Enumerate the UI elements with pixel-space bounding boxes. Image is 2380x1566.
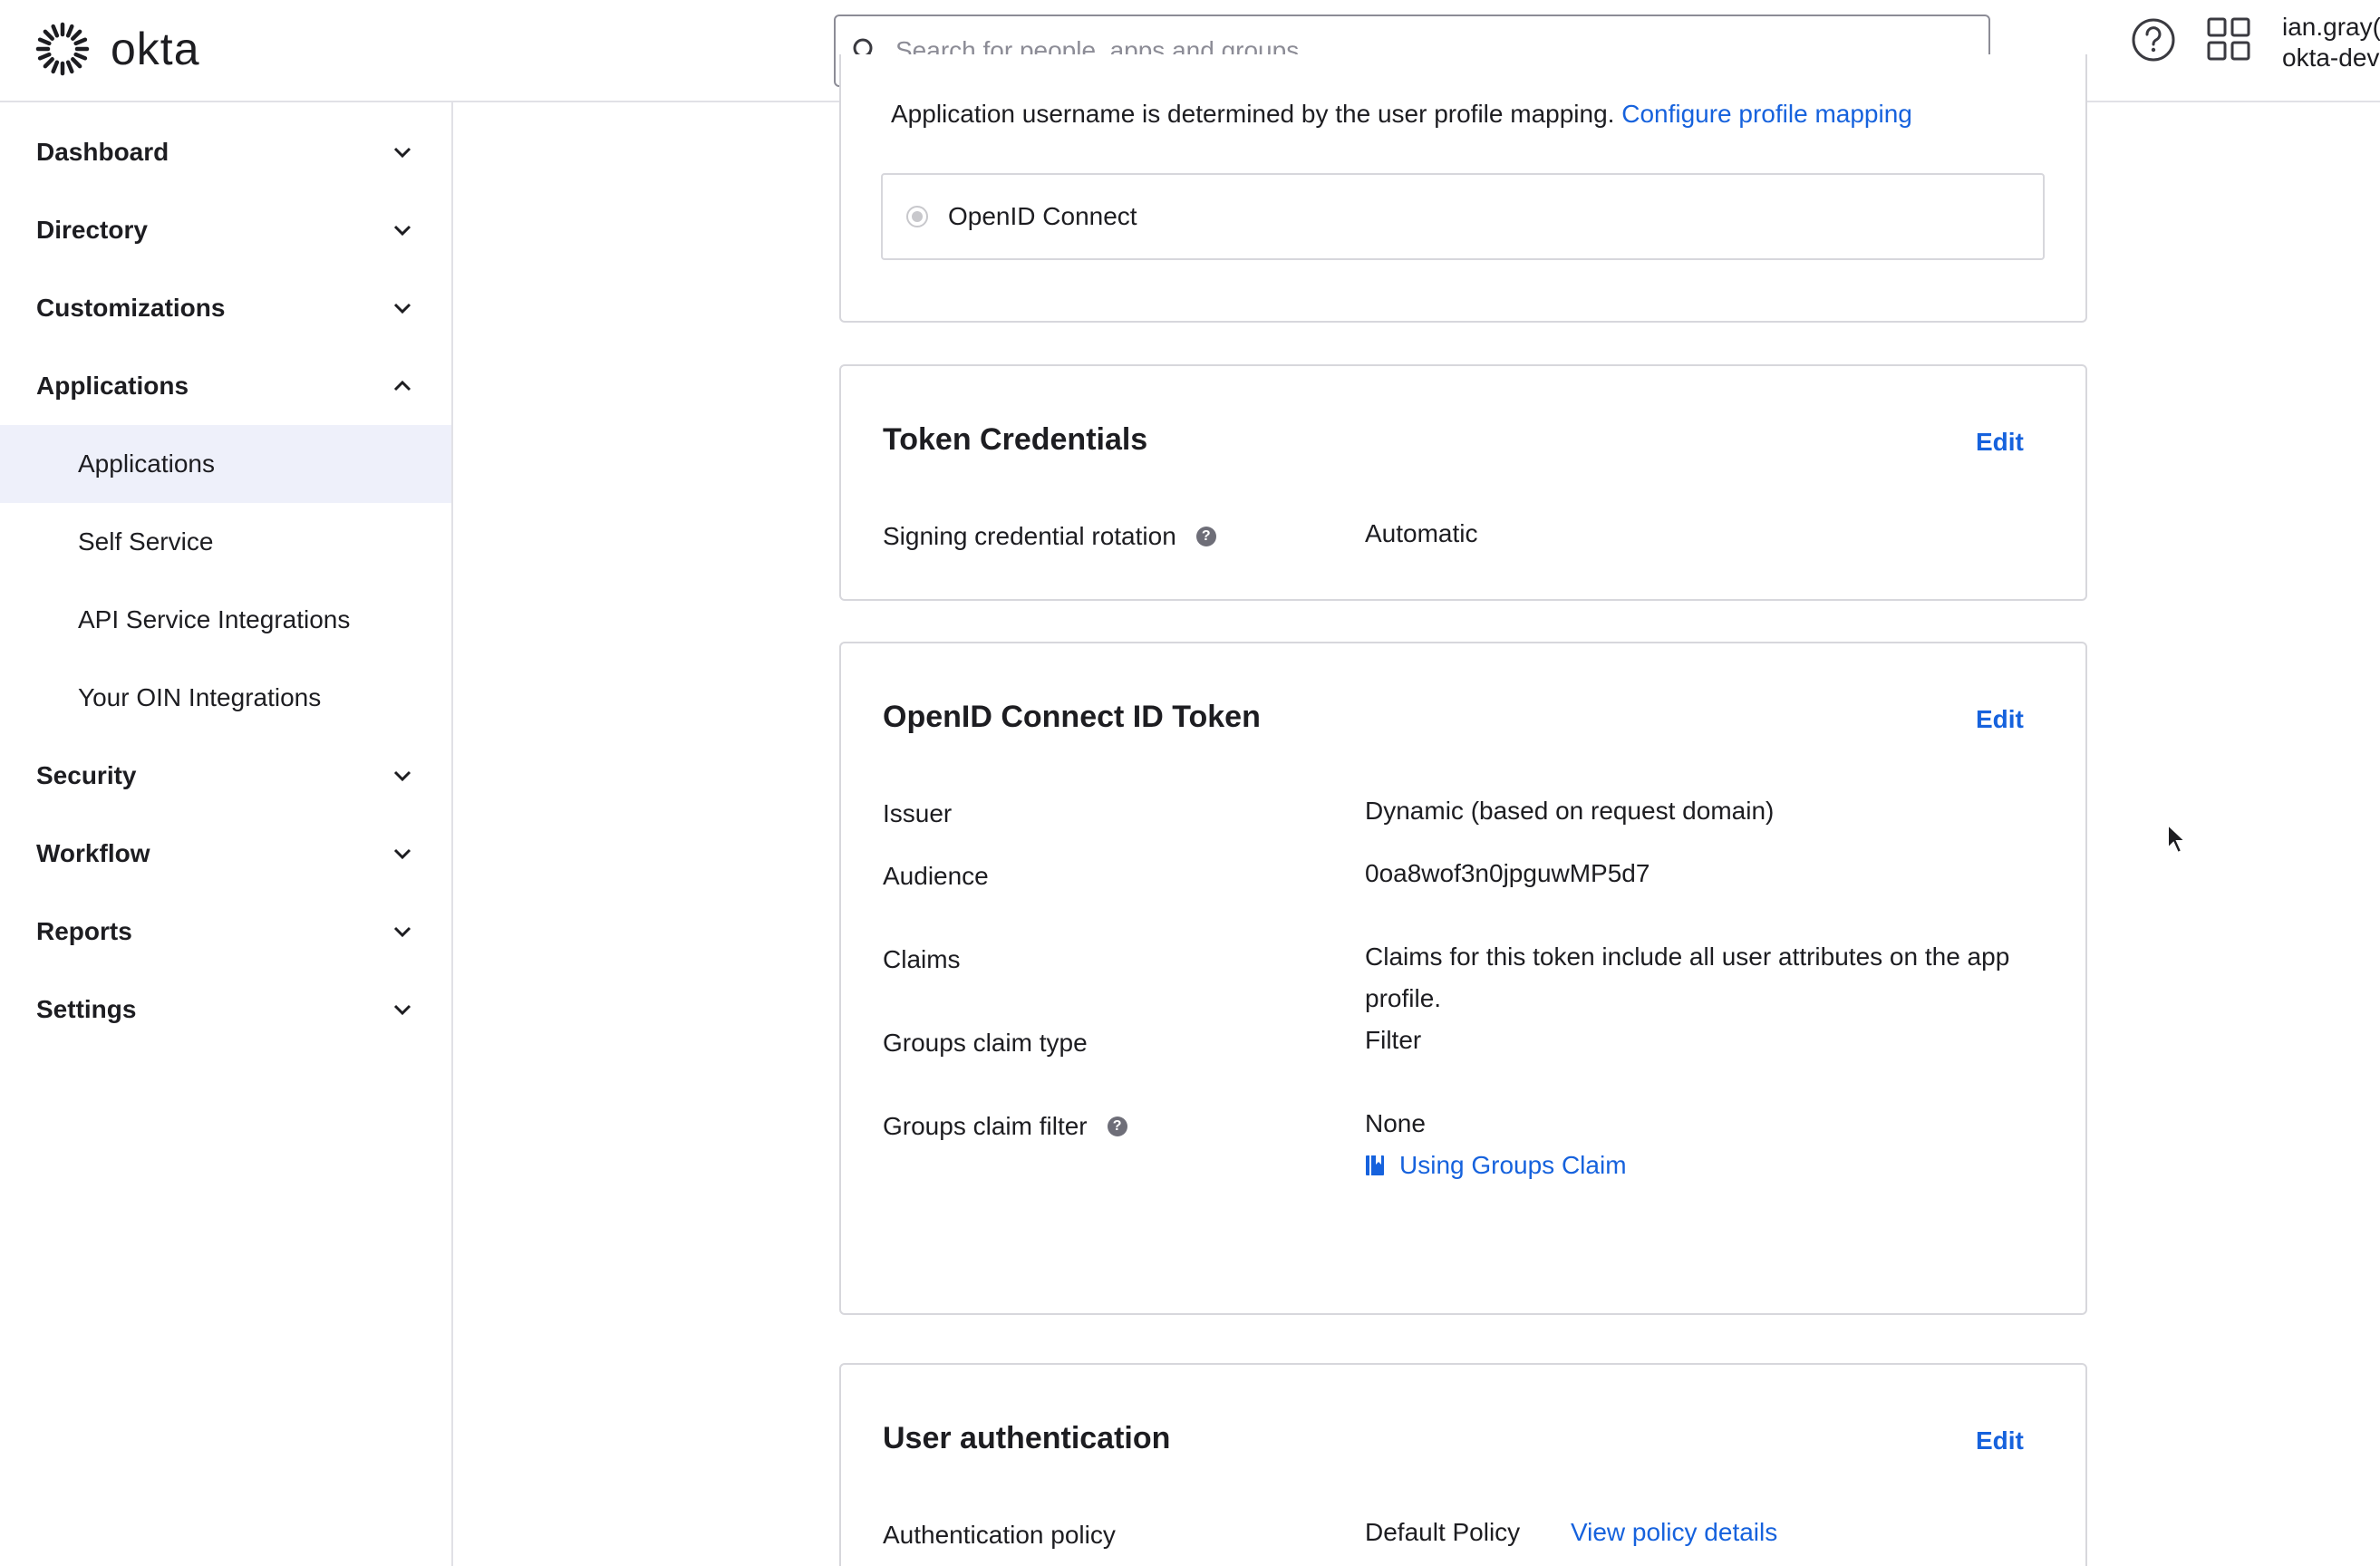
audience-label: Audience: [883, 862, 989, 890]
chevron-down-icon: [393, 926, 411, 938]
chevron-down-icon: [393, 770, 411, 782]
edit-token-credentials-button[interactable]: Edit: [1976, 428, 2024, 457]
issuer-label: Issuer: [883, 799, 953, 827]
card-title: User authentication: [883, 1421, 1171, 1455]
groups-claim-type-label: Groups claim type: [883, 1029, 1088, 1057]
sidebar-subitem-applications[interactable]: Applications: [0, 425, 451, 503]
field-label: Groups claim filter: [883, 1112, 1088, 1140]
authentication-policy-value: Default Policy: [1365, 1518, 1521, 1546]
claims-value-line2: profile.: [1365, 984, 1442, 1012]
signing-rotation-field: Signing credential rotation ?: [883, 522, 1216, 551]
logo-text: okta: [111, 24, 200, 74]
book-icon: [1366, 1155, 1384, 1175]
radio-label: OpenID Connect: [948, 202, 1137, 230]
audience-value: 0oa8wof3n0jpguwMP5d7: [1365, 859, 1650, 887]
sidebar-item-security[interactable]: Security: [0, 737, 451, 815]
chevron-up-icon: [393, 380, 411, 392]
sidebar-nav: Dashboard Directory Customizations Appli…: [0, 102, 453, 1566]
mouse-cursor-icon: [2167, 823, 2188, 855]
sidebar-subitem-self-service[interactable]: Self Service: [0, 503, 451, 581]
username-mapping-text: Application username is determined by th…: [891, 98, 1912, 130]
using-groups-claim-link-row[interactable]: Using Groups Claim: [1365, 1145, 1627, 1186]
sidebar-item-workflow[interactable]: Workflow: [0, 815, 451, 893]
card-title: OpenID Connect ID Token: [883, 700, 1261, 734]
edit-user-authentication-button[interactable]: Edit: [1976, 1426, 2024, 1455]
sidebar-subitem-label: Your OIN Integrations: [78, 683, 322, 711]
okta-sunburst-icon: [35, 22, 90, 76]
sidebar-item-directory[interactable]: Directory: [0, 191, 451, 269]
authentication-policy-label: Authentication policy: [883, 1521, 1116, 1549]
signing-rotation-value: Automatic: [1365, 519, 1478, 547]
sidebar-item-label: Settings: [36, 995, 137, 1023]
token-credentials-card: Token Credentials Edit Signing credentia…: [839, 364, 2087, 601]
sidebar-item-label: Directory: [36, 216, 148, 244]
using-groups-claim-link[interactable]: Using Groups Claim: [1399, 1151, 1627, 1179]
configure-profile-mapping-link[interactable]: Configure profile mapping: [1621, 100, 1912, 128]
openid-connect-radio[interactable]: [906, 206, 928, 227]
sidebar-item-label: Reports: [36, 917, 132, 945]
username-mapping-description: Application username is determined by th…: [891, 100, 1615, 128]
sidebar-item-customizations[interactable]: Customizations: [0, 269, 451, 347]
authentication-policy-value-row: Default Policy View policy details: [1365, 1512, 1777, 1553]
help-icon[interactable]: [2130, 16, 2177, 63]
sidebar-subitem-label: API Service Integrations: [78, 605, 351, 633]
sidebar-item-settings[interactable]: Settings: [0, 971, 451, 1049]
groups-claim-filter-field: Groups claim filter ?: [883, 1112, 1127, 1141]
sidebar-subitem-label: Self Service: [78, 527, 214, 556]
openid-connect-option[interactable]: OpenID Connect: [881, 173, 2045, 260]
sidebar-item-label: Workflow: [36, 839, 150, 867]
issuer-value: Dynamic (based on request domain): [1365, 797, 1775, 825]
sidebar-item-label: Customizations: [36, 294, 226, 322]
claims-value-line1: Claims for this token include all user a…: [1365, 942, 2010, 971]
groups-claim-filter-value: None: [1365, 1109, 1426, 1137]
user-org[interactable]: okta-dev: [2282, 42, 2379, 74]
sidebar-item-label: Applications: [36, 372, 189, 400]
chevron-down-icon: [393, 225, 411, 237]
chevron-down-icon: [393, 303, 411, 314]
sidebar-subitem-api-service-integrations[interactable]: API Service Integrations: [0, 581, 451, 659]
chevron-down-icon: [393, 848, 411, 860]
okta-logo[interactable]: okta: [34, 20, 200, 78]
sidebar-item-dashboard[interactable]: Dashboard: [0, 113, 451, 191]
sidebar-subitem-label: Applications: [78, 450, 215, 478]
view-policy-details-link[interactable]: View policy details: [1571, 1518, 1777, 1546]
claims-label: Claims: [883, 945, 961, 973]
oidc-id-token-card: OpenID Connect ID Token Edit Issuer Dyna…: [839, 642, 2087, 1315]
chevron-down-icon: [393, 147, 411, 159]
field-label: Signing credential rotation: [883, 522, 1176, 550]
sidebar-item-label: Dashboard: [36, 138, 169, 166]
sidebar-subitem-oin-integrations[interactable]: Your OIN Integrations: [0, 659, 451, 737]
sidebar-item-label: Security: [36, 761, 137, 789]
info-icon[interactable]: ?: [1195, 527, 1216, 546]
info-icon[interactable]: ?: [1107, 1116, 1127, 1136]
user-authentication-card: User authentication Edit Authentication …: [839, 1363, 2087, 1566]
chevron-down-icon: [393, 1004, 411, 1016]
edit-oidc-token-button[interactable]: Edit: [1976, 705, 2024, 734]
groups-claim-type-value: Filter: [1365, 1026, 1422, 1054]
app-switcher-icon[interactable]: [2206, 16, 2251, 62]
sidebar-item-reports[interactable]: Reports: [0, 893, 451, 971]
user-name[interactable]: ian.gray(: [2282, 11, 2380, 44]
sidebar-item-applications[interactable]: Applications: [0, 347, 451, 425]
card-title: Token Credentials: [883, 422, 1148, 457]
